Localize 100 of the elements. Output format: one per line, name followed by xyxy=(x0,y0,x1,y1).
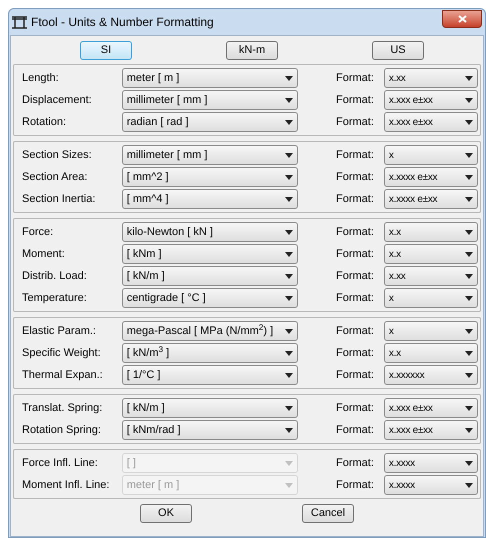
dropdown[interactable]: mega-Pascal [ MPa (N/mm$^{2}$) ] xyxy=(122,321,298,341)
dialog-button[interactable]: Cancel xyxy=(302,504,354,523)
dropdown[interactable]: meter [ m ] xyxy=(122,68,298,88)
dropdown[interactable]: centigrade [ °C ] xyxy=(122,288,298,308)
format-label: Format: xyxy=(336,368,375,383)
close-icon xyxy=(458,15,466,23)
format-label: Format: xyxy=(336,192,375,207)
field-label: Length: xyxy=(22,70,60,86)
caret-icon xyxy=(284,328,293,334)
caret-icon xyxy=(465,460,473,466)
field-label: Section Inertia: xyxy=(22,192,96,207)
dropdown[interactable]: x.x xyxy=(384,244,478,264)
dropdown[interactable]: x xyxy=(384,321,478,341)
caret-icon xyxy=(284,460,293,466)
close-button[interactable] xyxy=(442,10,482,28)
field-label: Rotation: xyxy=(22,114,68,130)
caret-icon xyxy=(465,482,473,488)
unit-system-button[interactable]: US xyxy=(372,40,424,60)
field-label: Temperature: xyxy=(22,290,88,306)
dropdown[interactable]: [ mm^4 ] xyxy=(122,189,298,209)
field-label: Elastic Param.: xyxy=(22,324,97,339)
caret-icon xyxy=(284,372,293,378)
format-label: Format: xyxy=(336,456,375,471)
dropdown[interactable]: [ 1/°C ] xyxy=(122,365,298,385)
dropdown[interactable]: x.xxxxxx xyxy=(384,365,478,385)
caret-icon xyxy=(284,428,293,432)
field-label: Specific Weight: xyxy=(22,346,102,361)
unit-system-button[interactable]: kN-m xyxy=(226,40,278,60)
field-label: Moment: xyxy=(22,246,66,262)
dropdown[interactable]: kilo-Newton [ kN ] xyxy=(122,222,298,242)
dropdown[interactable]: x.xx xyxy=(384,266,478,286)
format-label: Format: xyxy=(336,224,375,240)
format-label: Format: xyxy=(336,92,375,108)
caret-icon xyxy=(284,252,293,256)
dropdown[interactable]: x.xx xyxy=(384,68,478,88)
caret-icon xyxy=(465,196,473,202)
field-label: Moment Infl. Line: xyxy=(22,478,110,493)
dropdown[interactable]: x.xxx e±xx xyxy=(384,90,478,110)
format-label: Format: xyxy=(336,246,375,262)
caret-icon xyxy=(284,196,293,202)
caret-icon xyxy=(284,98,293,102)
dialog-button[interactable]: OK xyxy=(140,504,192,523)
caret-icon xyxy=(284,482,293,488)
dropdown[interactable]: [ mm^2 ] xyxy=(122,167,298,187)
dropdown[interactable]: x.xxx e±xx xyxy=(384,398,478,418)
dropdown[interactable]: [ kN/m$^{3}$ ] xyxy=(122,343,298,363)
field-label: Distrib. Load: xyxy=(22,268,88,284)
field-label: Force: xyxy=(22,224,54,240)
format-label: Format: xyxy=(336,268,375,284)
dropdown[interactable]: x xyxy=(384,145,478,165)
format-label: Format: xyxy=(336,70,375,86)
caret-icon xyxy=(465,350,473,356)
caret-icon xyxy=(465,372,473,378)
caret-icon xyxy=(465,296,473,300)
format-label: Format: xyxy=(336,114,375,130)
dropdown[interactable]: x.x xyxy=(384,222,478,242)
format-label: Format: xyxy=(336,148,375,163)
dropdown[interactable]: x xyxy=(384,288,478,308)
field-label: Force Infl. Line: xyxy=(22,456,99,471)
format-label: Format: xyxy=(336,346,375,361)
caret-icon xyxy=(284,274,293,278)
caret-icon xyxy=(284,76,293,80)
caret-icon xyxy=(465,328,473,334)
format-label: Format: xyxy=(336,324,375,339)
caret-icon xyxy=(284,296,293,300)
caret-icon xyxy=(284,350,293,356)
dropdown[interactable]: [ kNm ] xyxy=(122,244,298,264)
dropdown[interactable]: millimeter [ mm ] xyxy=(122,145,298,165)
dropdown[interactable]: x.x xyxy=(384,343,478,363)
caret-icon xyxy=(465,428,473,432)
dropdown[interactable]: x.xxx e±xx xyxy=(384,112,478,132)
caret-icon xyxy=(284,174,293,180)
format-label: Format: xyxy=(336,170,375,185)
format-label: Format: xyxy=(336,290,375,306)
unit-system-button[interactable]: SI xyxy=(80,40,132,60)
caret-icon xyxy=(465,98,473,102)
field-label: Section Sizes: xyxy=(22,148,93,163)
dropdown[interactable]: millimeter [ mm ] xyxy=(122,90,298,110)
frame-icon xyxy=(12,16,27,28)
caret-icon xyxy=(284,230,293,234)
dropdown[interactable]: x.xxxx xyxy=(384,453,478,473)
caret-icon xyxy=(465,274,473,278)
caret-icon xyxy=(465,174,473,180)
dropdown[interactable]: x.xxxx e±xx xyxy=(384,167,478,187)
caret-icon xyxy=(465,152,473,158)
dropdown[interactable]: [ kNm/rad ] xyxy=(122,420,298,440)
caret-icon xyxy=(465,252,473,256)
dropdown[interactable]: radian [ rad ] xyxy=(122,112,298,132)
dropdown[interactable]: x.xxxx e±xx xyxy=(384,189,478,209)
window-title: Ftool - Units & Number Formatting xyxy=(31,14,215,31)
field-label: Translat. Spring: xyxy=(22,400,104,416)
dropdown[interactable]: x.xxx e±xx xyxy=(384,420,478,440)
format-label: Format: xyxy=(336,422,375,438)
caret-icon xyxy=(284,152,293,158)
dropdown[interactable]: [ kN/m ] xyxy=(122,266,298,286)
dropdown[interactable]: x.xxxx xyxy=(384,475,478,495)
dropdown[interactable]: [ kN/m ] xyxy=(122,398,298,418)
field-label: Thermal Expan.: xyxy=(22,368,104,383)
caret-icon xyxy=(465,120,473,124)
field-label: Rotation Spring: xyxy=(22,422,102,438)
